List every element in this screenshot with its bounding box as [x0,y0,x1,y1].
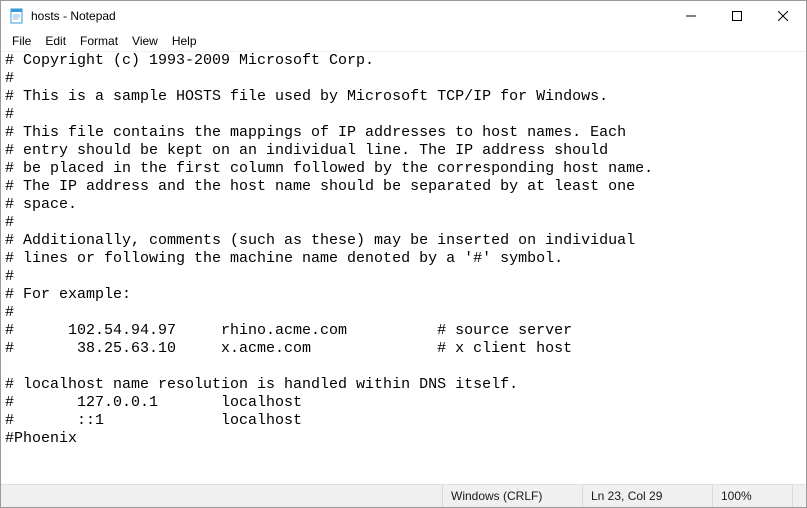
editor-text[interactable]: # Copyright (c) 1993-2009 Microsoft Corp… [1,52,806,484]
status-line-col: Ln 23, Col 29 [582,485,712,507]
status-zoom: 100% [712,485,792,507]
window-controls [668,1,806,31]
status-spacer [1,485,442,507]
menu-format[interactable]: Format [73,33,125,49]
status-grip [792,485,806,507]
window-title: hosts - Notepad [31,9,668,23]
menu-view[interactable]: View [125,33,165,49]
notepad-icon [9,8,25,24]
menu-bar: File Edit Format View Help [1,31,806,51]
maximize-button[interactable] [714,1,760,31]
menu-edit[interactable]: Edit [38,33,73,49]
editor-viewport[interactable]: # Copyright (c) 1993-2009 Microsoft Corp… [1,51,806,484]
title-bar: hosts - Notepad [1,1,806,31]
close-button[interactable] [760,1,806,31]
menu-file[interactable]: File [5,33,38,49]
minimize-button[interactable] [668,1,714,31]
menu-help[interactable]: Help [165,33,204,49]
status-bar: Windows (CRLF) Ln 23, Col 29 100% [1,484,806,507]
status-line-ending: Windows (CRLF) [442,485,582,507]
notepad-window: hosts - Notepad File Edit Format View He… [0,0,807,508]
